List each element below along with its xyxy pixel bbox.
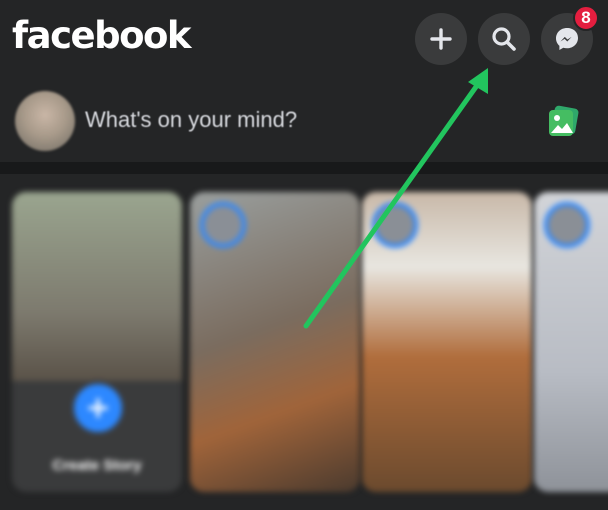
section-divider xyxy=(0,162,608,174)
story-label: Create Story xyxy=(52,457,142,474)
photo-icon[interactable] xyxy=(546,104,580,138)
facebook-logo[interactable]: facebook xyxy=(12,14,192,57)
story-card[interactable] xyxy=(190,192,360,492)
top-bar: facebook 8 xyxy=(0,0,608,80)
stories-tray: Create Story xyxy=(0,174,608,510)
story-card[interactable] xyxy=(362,192,532,492)
story-avatar xyxy=(372,202,418,248)
status-input[interactable]: What's on your mind? xyxy=(85,107,297,133)
story-avatar xyxy=(200,202,246,248)
story-card[interactable] xyxy=(534,192,608,492)
post-composer: What's on your mind? xyxy=(0,82,608,162)
messenger-icon xyxy=(556,28,578,50)
search-button[interactable] xyxy=(478,13,530,65)
story-avatar xyxy=(544,202,590,248)
add-story-icon xyxy=(70,380,126,436)
create-button[interactable] xyxy=(415,13,467,65)
user-avatar[interactable] xyxy=(15,91,75,151)
create-story-card[interactable]: Create Story xyxy=(12,192,182,492)
plus-icon xyxy=(430,28,452,50)
notification-badge: 8 xyxy=(573,5,599,31)
messenger-button[interactable]: 8 xyxy=(541,5,599,65)
search-icon xyxy=(492,27,516,51)
